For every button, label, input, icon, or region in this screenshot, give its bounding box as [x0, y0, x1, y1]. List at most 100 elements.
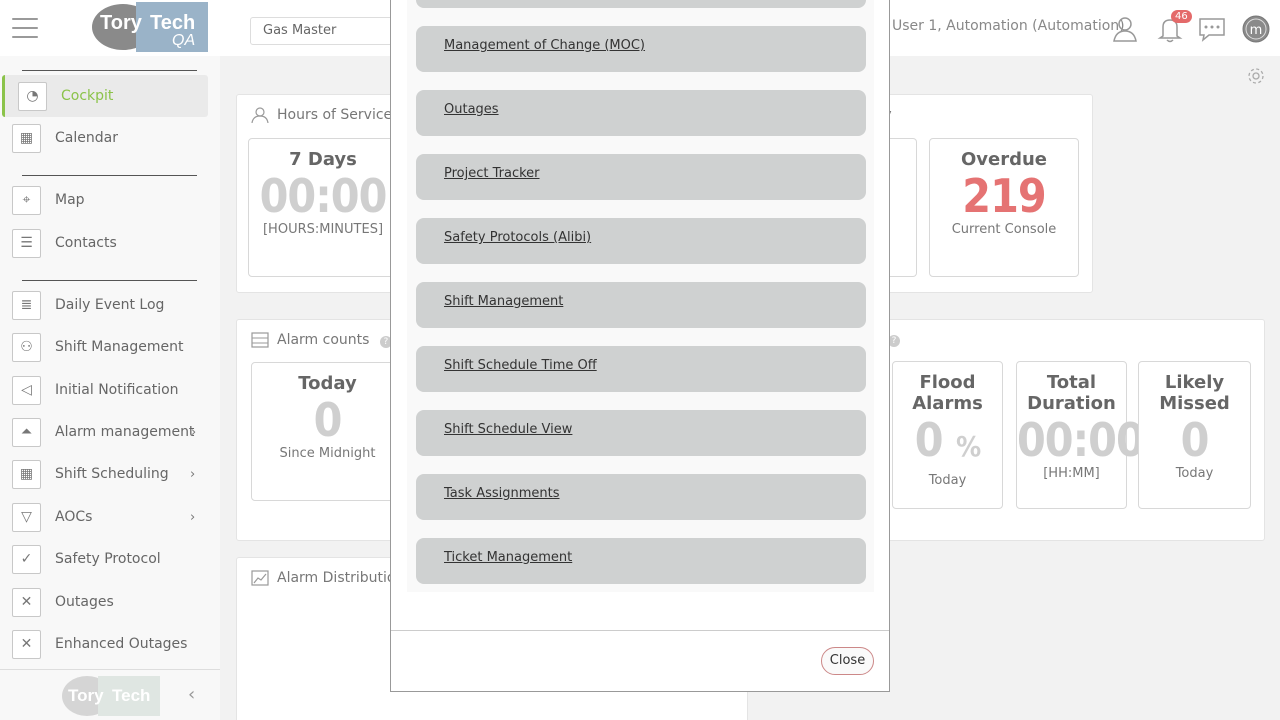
chat-icon[interactable] [1197, 14, 1227, 44]
sidebar-item-label: Shift Management [55, 339, 184, 355]
contacts-icon: ☰ [12, 228, 41, 258]
sidebar-item-initial-notification[interactable]: ◁ Initial Notification [0, 369, 220, 411]
seven-days-tile: 7 Days 00:00 [HOURS:MINUTES] [248, 138, 398, 277]
links-modal: Management of Change (MOC) Outages Proje… [390, 0, 890, 692]
card-title: Alarm counts [277, 332, 370, 348]
modal-link-task-assignments[interactable]: Task Assignments [416, 474, 866, 520]
modal-link-project-tracker[interactable]: Project Tracker [416, 154, 866, 200]
tile-title: Overdue [960, 149, 1048, 170]
modal-link-moc[interactable]: Management of Change (MOC) [416, 26, 866, 72]
bar-chart-icon [251, 570, 269, 586]
sidebar-item-safety-protocol[interactable]: ✓ Safety Protocol [0, 538, 220, 580]
tile-subtitle: Today [1175, 466, 1214, 481]
tory-tech-logo[interactable]: Tory Tech QA [92, 2, 208, 52]
sidebar: ◔ Cockpit ▦ Calendar ⌖ Map ☰ Contacts ≣ … [0, 56, 220, 720]
sidebar-item-alarm-management[interactable]: ⏶ Alarm management › [0, 411, 220, 453]
site-select[interactable]: Gas Master [250, 17, 410, 45]
sidebar-item-label: Calendar [55, 130, 118, 146]
sidebar-item-cockpit[interactable]: ◔ Cockpit [2, 75, 208, 117]
schedule-icon: ▦ [12, 459, 41, 489]
total-duration-tile[interactable]: Total Duration 00:00 [HH:MM] [1016, 361, 1145, 509]
avatar-icon[interactable]: m [1241, 14, 1271, 44]
user-profile-icon[interactable] [1110, 14, 1140, 44]
tory-tech-logo: Tory Tech [62, 676, 160, 716]
sidebar-item-label: Contacts [55, 235, 117, 251]
tile-value: 00:00 [1017, 413, 1145, 467]
sidebar-item-daily-event-log[interactable]: ≣ Daily Event Log [0, 284, 220, 326]
tile-unit: % [955, 430, 981, 463]
sidebar-item-label: Outages [55, 594, 114, 610]
tile-title: Flood Alarms [912, 372, 983, 414]
sidebar-item-outages[interactable]: ✕ Outages [0, 581, 220, 623]
tile-value: 0 [1180, 413, 1210, 467]
tile-subtitle: Current Console [951, 222, 1057, 237]
tile-subtitle: Today [928, 473, 967, 488]
tile-subtitle: [HH:MM] [1043, 466, 1100, 481]
modal-link-ticket-management[interactable]: Ticket Management [416, 538, 866, 584]
abacus-icon [251, 332, 269, 348]
divider [22, 175, 197, 176]
divider [22, 280, 197, 281]
sidebar-item-label: Alarm management [55, 424, 195, 440]
modal-link-partial[interactable] [416, 0, 866, 8]
sidebar-item-label: Shift Scheduling [55, 466, 169, 482]
megaphone-icon: ◁ [12, 375, 41, 405]
tile-value: 219 [962, 169, 1046, 223]
tile-title: Total Duration [1027, 372, 1116, 414]
modal-link-outages[interactable]: Outages [416, 90, 866, 136]
user-icon [251, 107, 269, 123]
sidebar-item-label: Initial Notification [55, 382, 179, 398]
user-name[interactable]: User 1, Automation (Automation) [892, 18, 1125, 34]
people-icon: ⚇ [12, 332, 41, 362]
sidebar-item-contacts[interactable]: ☰ Contacts [0, 222, 220, 264]
notification-badge: 46 [1171, 10, 1192, 23]
gear-icon[interactable] [1246, 66, 1266, 86]
today-tile[interactable]: Today 0 Since Midnight [251, 362, 404, 501]
sidebar-item-shift-scheduling[interactable]: ▦ Shift Scheduling › [0, 453, 220, 495]
tile-subtitle: Since Midnight [279, 446, 376, 461]
overdue-tile[interactable]: Overdue 219 Current Console [929, 138, 1079, 277]
tile-title: Today [298, 373, 357, 394]
sidebar-item-label: Daily Event Log [55, 297, 165, 313]
tile-subtitle: [HOURS:MINUTES] [262, 222, 384, 237]
divider [22, 70, 197, 71]
tools-icon: ✕ [12, 629, 41, 659]
menu-icon[interactable] [12, 18, 38, 40]
modal-link-list: Management of Change (MOC) Outages Proje… [407, 0, 874, 592]
modal-link-shift-management[interactable]: Shift Management [416, 282, 866, 328]
likely-missed-tile[interactable]: Likely Missed 0 Today [1138, 361, 1251, 509]
modal-link-shift-schedule-view[interactable]: Shift Schedule View [416, 410, 866, 456]
sidebar-item-label: AOCs [55, 509, 93, 525]
chevron-right-icon: › [191, 424, 197, 440]
tile-value: 0 [914, 413, 944, 467]
sidebar-footer: Tory Tech ‹ [0, 669, 220, 720]
chevron-right-icon: › [190, 466, 196, 482]
collapse-sidebar-icon[interactable]: ‹ [188, 684, 195, 705]
close-button[interactable]: Close [821, 647, 874, 675]
sidebar-item-aocs[interactable]: ▽ AOCs › [0, 496, 220, 538]
svg-text:m: m [1250, 23, 1263, 38]
sidebar-item-calendar[interactable]: ▦ Calendar [0, 117, 220, 159]
sidebar-item-label: Map [55, 192, 85, 208]
warning-icon: ▽ [12, 502, 41, 532]
sidebar-item-label: Cockpit [61, 88, 114, 104]
log-icon: ≣ [12, 290, 41, 320]
flood-alarms-tile[interactable]: Flood Alarms 0 % Today [892, 361, 1003, 509]
sidebar-item-map[interactable]: ⌖ Map [0, 179, 220, 221]
modal-link-shift-schedule-time-off[interactable]: Shift Schedule Time Off [416, 346, 866, 392]
sidebar-item-shift-management[interactable]: ⚇ Shift Management [0, 326, 220, 368]
modal-link-safety-protocols[interactable]: Safety Protocols (Alibi) [416, 218, 866, 264]
map-pin-icon: ⌖ [12, 185, 41, 215]
modal-footer-divider [391, 630, 889, 631]
tile-title: 7 Days [289, 149, 357, 170]
sidebar-item-label: Enhanced Outages [55, 636, 188, 652]
tile-value: 00:00 [259, 169, 388, 223]
gauge-icon: ◔ [18, 81, 47, 111]
sidebar-item-enhanced-outages[interactable]: ✕ Enhanced Outages [0, 623, 220, 665]
sidebar-item-label: Safety Protocol [55, 551, 161, 567]
card-title: Alarm Distribution [277, 570, 405, 586]
shield-check-icon: ✓ [12, 544, 41, 574]
tools-icon: ✕ [12, 587, 41, 617]
chevron-right-icon: › [190, 509, 196, 525]
calendar-icon: ▦ [12, 123, 41, 153]
